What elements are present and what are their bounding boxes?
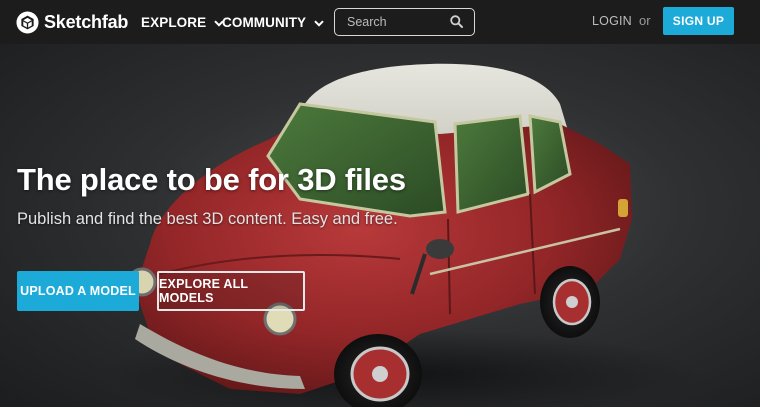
sign-up-button[interactable]: SIGN UP: [663, 7, 734, 35]
hero-subtitle: Publish and find the best 3D content. Ea…: [17, 210, 398, 228]
community-menu-label: COMMUNITY: [222, 14, 307, 30]
upload-model-button[interactable]: UPLOAD A MODEL: [17, 271, 139, 311]
community-menu[interactable]: COMMUNITY: [222, 0, 324, 44]
top-navbar: Sketchfab EXPLORE COMMUNITY LOGIN or SIG…: [0, 0, 760, 44]
brand-name: Sketchfab: [44, 12, 129, 32]
search-icon[interactable]: [450, 15, 463, 28]
login-link[interactable]: LOGIN: [592, 14, 632, 28]
brand-logo[interactable]: Sketchfab: [16, 11, 128, 34]
hero-banner: The place to be for 3D files Publish and…: [0, 44, 760, 407]
search-box: [334, 8, 475, 36]
chevron-down-icon: [314, 19, 324, 27]
hero-title: The place to be for 3D files: [17, 162, 406, 197]
or-separator: or: [639, 13, 651, 28]
search-input[interactable]: [347, 15, 443, 29]
explore-menu[interactable]: EXPLORE: [141, 0, 224, 44]
explore-all-models-button[interactable]: EXPLORE ALL MODELS: [157, 271, 305, 311]
explore-menu-label: EXPLORE: [141, 14, 207, 30]
sketchfab-logo-icon: [16, 11, 39, 34]
